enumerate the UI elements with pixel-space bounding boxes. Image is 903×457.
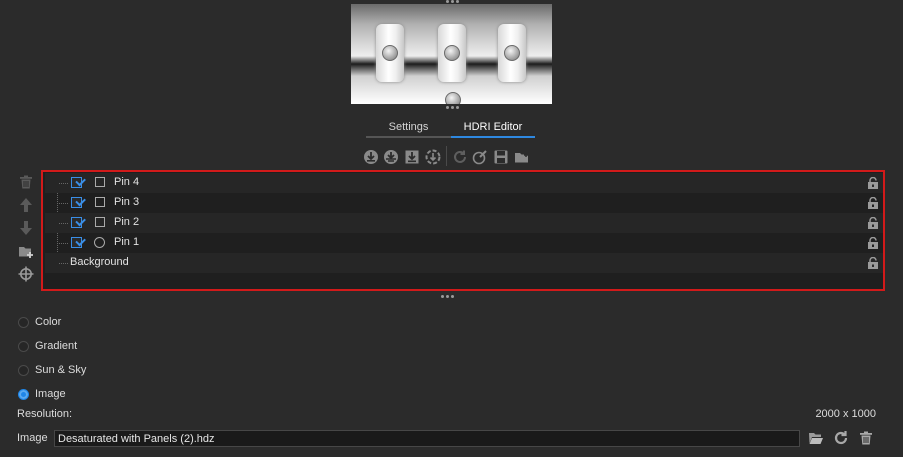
edit-icon xyxy=(472,149,487,164)
trash-icon xyxy=(20,175,32,189)
pin-handle[interactable] xyxy=(444,45,460,61)
arrow-down-icon xyxy=(20,221,32,235)
remove-image-button[interactable] xyxy=(856,429,875,447)
radio-button[interactable] xyxy=(18,388,29,400)
delete-layer-button[interactable] xyxy=(17,173,35,191)
radio-button[interactable] xyxy=(18,340,29,352)
light-panel[interactable] xyxy=(438,24,466,82)
target-button[interactable] xyxy=(17,265,35,283)
layer-label: Pin 2 xyxy=(114,216,140,228)
move-to-ground-button[interactable] xyxy=(382,148,399,165)
layer-row-pin-2[interactable]: Pin 2 xyxy=(45,213,883,233)
visibility-checkbox[interactable] xyxy=(71,177,82,188)
radio-sun-sky[interactable]: Sun & Sky xyxy=(18,362,86,378)
reset-position-button[interactable] xyxy=(424,148,441,165)
browse-image-button[interactable] xyxy=(806,429,825,447)
square-shape-icon xyxy=(95,177,105,187)
radio-label: Color xyxy=(35,316,62,328)
layer-row-background[interactable]: Background xyxy=(45,253,883,273)
move-layer-up-button[interactable] xyxy=(17,196,35,214)
tab-hdri-editor[interactable]: HDRI Editor xyxy=(451,118,535,138)
layer-row-pin-4[interactable]: Pin 4 xyxy=(45,173,883,193)
pin-handle[interactable] xyxy=(382,45,398,61)
resolution-label: Resolution: xyxy=(17,408,73,420)
tab-settings[interactable]: Settings xyxy=(366,118,451,138)
move-to-ground-icon xyxy=(383,149,398,164)
list-splitter-handle[interactable] xyxy=(439,295,455,299)
open-folder-button[interactable] xyxy=(513,148,530,165)
lock-icon[interactable] xyxy=(867,237,879,249)
toolbar-divider xyxy=(446,146,447,166)
radio-gradient[interactable]: Gradient xyxy=(18,338,77,354)
layer-label: Pin 1 xyxy=(114,236,140,248)
move-down-icon xyxy=(363,149,378,164)
layer-label: Background xyxy=(70,256,129,268)
light-panel[interactable] xyxy=(498,24,526,82)
tree-branch xyxy=(59,183,68,184)
place-bottom-button[interactable] xyxy=(403,148,420,165)
tree-branch xyxy=(59,263,68,264)
visibility-checkbox[interactable] xyxy=(71,197,82,208)
circle-shape-icon xyxy=(94,237,105,248)
lock-icon[interactable] xyxy=(867,177,879,189)
open-folder-icon xyxy=(514,152,528,162)
move-layer-down-button[interactable] xyxy=(17,219,35,237)
light-panel[interactable] xyxy=(376,24,404,82)
radio-label: Image xyxy=(35,388,66,400)
refresh-button[interactable] xyxy=(451,148,468,165)
add-folder-icon xyxy=(19,247,33,258)
hdri-preview[interactable] xyxy=(351,4,552,104)
tree-branch xyxy=(59,203,68,204)
visibility-checkbox[interactable] xyxy=(71,217,82,228)
square-shape-icon xyxy=(95,197,105,207)
radio-label: Gradient xyxy=(35,340,78,352)
tree-branch xyxy=(59,223,68,224)
lock-icon[interactable] xyxy=(867,197,879,209)
square-shape-icon xyxy=(95,217,105,227)
radio-image[interactable]: Image xyxy=(18,386,66,402)
pin-handle[interactable] xyxy=(445,92,461,104)
place-bottom-icon xyxy=(405,150,418,163)
move-down-button[interactable] xyxy=(362,148,379,165)
radio-button[interactable] xyxy=(18,364,29,376)
refresh-icon xyxy=(453,150,466,163)
image-path-field[interactable] xyxy=(54,430,800,447)
layer-label: Pin 4 xyxy=(114,176,140,188)
layer-row-pin-3[interactable]: Pin 3 xyxy=(45,193,883,213)
lock-icon[interactable] xyxy=(867,257,879,269)
layer-list[interactable]: Pin 4 Pin 3 Pin 2 Pin 1 Background xyxy=(41,170,885,291)
save-button[interactable] xyxy=(492,148,509,165)
edit-button[interactable] xyxy=(471,148,488,165)
open-folder-icon xyxy=(808,433,823,444)
refresh-icon xyxy=(834,431,847,445)
visibility-checkbox[interactable] xyxy=(71,237,82,248)
radio-color[interactable]: Color xyxy=(18,314,61,330)
pin-handle[interactable] xyxy=(504,45,520,61)
radio-label: Sun & Sky xyxy=(35,364,87,376)
lock-icon[interactable] xyxy=(867,217,879,229)
image-label: Image xyxy=(17,432,48,444)
reload-image-button[interactable] xyxy=(831,429,850,447)
layer-row-pin-1[interactable]: Pin 1 xyxy=(45,233,883,253)
arrow-up-icon xyxy=(20,198,32,212)
radio-button[interactable] xyxy=(18,316,29,328)
trash-icon xyxy=(859,431,872,445)
tree-branch xyxy=(59,243,68,244)
resolution-value: 2000 x 1000 xyxy=(815,408,876,420)
save-icon xyxy=(494,150,507,163)
layer-label: Pin 3 xyxy=(114,196,140,208)
crosshair-icon xyxy=(18,266,34,282)
preview-splitter-handle[interactable] xyxy=(444,106,460,110)
add-folder-button[interactable] xyxy=(17,242,35,260)
reset-position-icon xyxy=(425,149,440,164)
